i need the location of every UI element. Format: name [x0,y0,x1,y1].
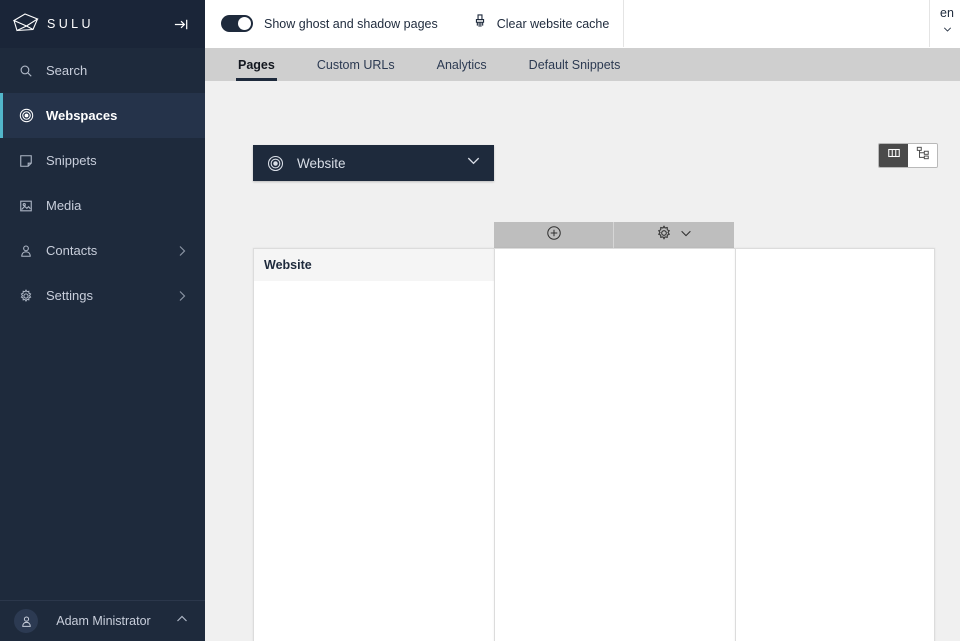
clear-website-cache-button[interactable]: Clear website cache [472,13,610,34]
target-icon [16,108,36,123]
add-page-button[interactable] [494,222,614,248]
sidebar-spacer [0,318,205,600]
chevron-right-icon [175,244,189,258]
webspace-dropdown-label: Website [297,156,465,171]
toolbar: Show ghost and shadow pages Clear websit… [205,0,960,48]
main-area: Show ghost and shadow pages Clear websit… [205,0,960,641]
search-icon [16,64,36,78]
chevron-right-icon [175,289,189,303]
sidebar: SULU Search [0,0,205,641]
tab-label: Default Snippets [529,58,621,72]
column-browser-toolbar [494,222,734,248]
sidebar-item-settings[interactable]: Settings [0,273,205,318]
chevron-up-icon [175,612,189,631]
circle-plus-icon [546,225,562,246]
chevron-down-icon [465,152,482,174]
tab-label: Pages [238,58,275,72]
webspace-target-icon [267,155,285,172]
sidebar-item-search[interactable]: Search [0,48,205,93]
columns-container: Website [253,248,935,641]
clear-website-cache-label: Clear website cache [497,17,610,31]
person-icon [16,244,36,258]
sidebar-item-label: Snippets [46,153,189,168]
sidebar-item-contacts[interactable]: Contacts [0,228,205,273]
sidebar-nav: Search Webspaces Snippets [0,48,205,318]
column-settings-button[interactable] [614,222,734,248]
view-toggle-column[interactable] [879,144,908,167]
column-browser: Website [253,222,960,641]
tab-default-snippets[interactable]: Default Snippets [527,48,623,81]
toggle-switch[interactable] [221,15,253,32]
app-root: SULU Search [0,0,960,641]
sidebar-item-label: Webspaces [46,108,189,123]
tab-label: Custom URLs [317,58,395,72]
brush-icon [472,13,488,34]
ghost-pages-toggle[interactable]: Show ghost and shadow pages [221,15,438,32]
language-value: en [940,7,954,20]
sidebar-logo-area: SULU [0,0,205,48]
toolbar-spacer [624,0,930,47]
user-avatar-icon [14,609,38,633]
sulu-logo-icon [12,11,40,37]
toggle-knob [238,17,251,30]
ghost-pages-toggle-label: Show ghost and shadow pages [264,17,438,31]
language-selector[interactable]: en [930,0,960,47]
image-icon [16,199,36,213]
column-item-label: Website [264,258,312,272]
tab-bar: Pages Custom URLs Analytics Default Snip… [205,48,960,81]
sidebar-user-menu[interactable]: Adam Ministrator [0,600,205,641]
tab-analytics[interactable]: Analytics [435,48,489,81]
gear-icon [656,225,672,246]
column-1: Website [253,248,494,641]
sidebar-item-label: Search [46,63,189,78]
view-toggle-group [878,143,938,168]
toolbar-left-group: Show ghost and shadow pages Clear websit… [205,0,624,47]
chevron-down-icon [679,226,693,245]
sidebar-item-label: Settings [46,288,175,303]
sidebar-item-webspaces[interactable]: Webspaces [0,93,205,138]
column-item-website[interactable]: Website [254,249,494,281]
column-2 [494,248,735,641]
sidebar-user-name: Adam Ministrator [38,614,175,628]
tab-custom-urls[interactable]: Custom URLs [315,48,397,81]
sidebar-logo-text: SULU [47,17,170,31]
columns-icon [887,146,901,165]
tree-icon [916,146,930,165]
gear-icon [16,289,36,303]
tab-pages[interactable]: Pages [236,48,277,81]
note-icon [16,154,36,168]
sidebar-item-label: Contacts [46,243,175,258]
sidebar-item-snippets[interactable]: Snippets [0,138,205,183]
column-3 [735,248,935,641]
content-area: Website [205,81,960,641]
tab-label: Analytics [437,58,487,72]
webspace-dropdown[interactable]: Website [253,145,494,181]
sidebar-item-media[interactable]: Media [0,183,205,228]
view-toggle-tree[interactable] [908,144,937,167]
chevron-down-icon [941,22,954,40]
sidebar-item-label: Media [46,198,189,213]
collapse-arrow-icon[interactable] [170,13,192,35]
